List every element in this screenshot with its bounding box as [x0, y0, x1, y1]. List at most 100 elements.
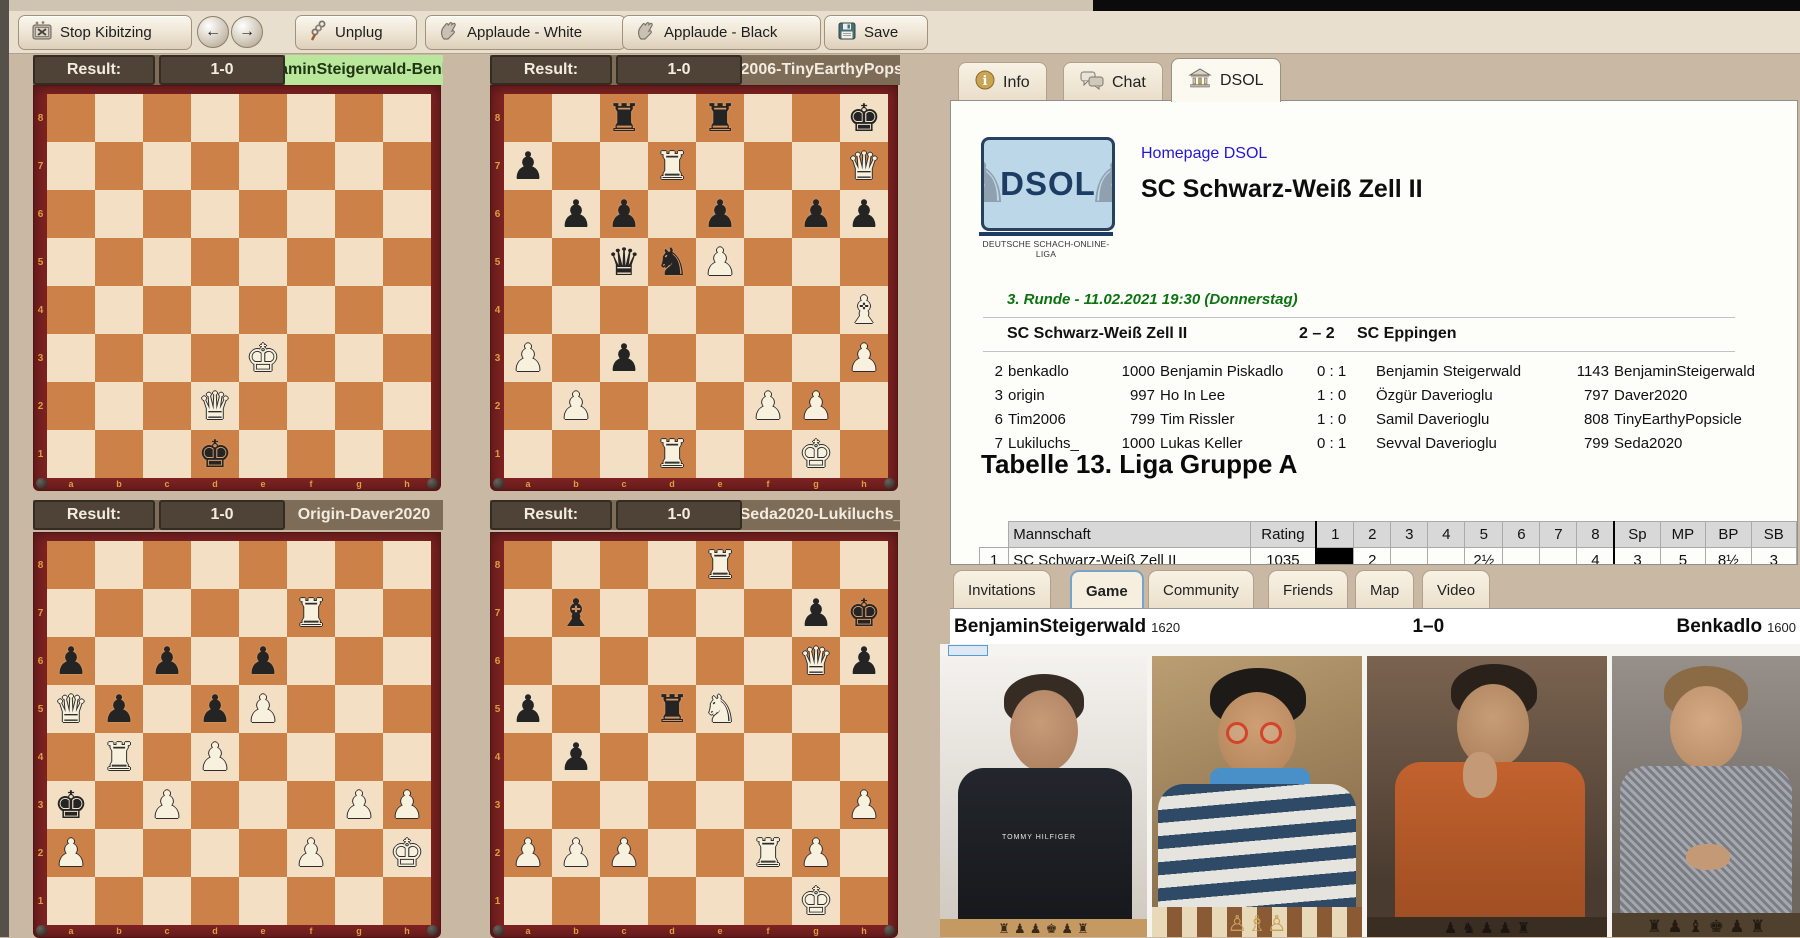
square-d5[interactable]: ♞	[648, 238, 696, 286]
square-c8[interactable]	[600, 541, 648, 589]
homepage-dsol-link[interactable]: Homepage DSOL	[1141, 145, 1267, 163]
square-f6[interactable]	[744, 190, 792, 238]
piece-wP[interactable]: ♟	[703, 238, 737, 286]
piece-wQ[interactable]: ♛	[847, 142, 881, 190]
square-g7[interactable]	[792, 142, 840, 190]
square-f8[interactable]	[287, 541, 335, 589]
square-d8[interactable]	[191, 94, 239, 142]
piece-wK[interactable]: ♚	[390, 829, 424, 877]
square-d5[interactable]: ♜	[648, 685, 696, 733]
piece-bP[interactable]: ♟	[102, 685, 136, 733]
square-h7[interactable]: ♚	[840, 589, 888, 637]
square-b1[interactable]	[95, 877, 143, 925]
square-b5[interactable]	[95, 238, 143, 286]
square-b7[interactable]: ♝	[552, 589, 600, 637]
piece-bN[interactable]: ♞	[655, 238, 689, 286]
square-h8[interactable]	[383, 94, 431, 142]
square-d1[interactable]: ♜	[648, 430, 696, 478]
square-b5[interactable]	[552, 685, 600, 733]
square-c1[interactable]	[600, 430, 648, 478]
square-b1[interactable]	[552, 877, 600, 925]
square-c5[interactable]: ♛	[600, 238, 648, 286]
square-c3[interactable]	[600, 781, 648, 829]
square-f1[interactable]	[744, 877, 792, 925]
square-b6[interactable]: ♟	[552, 190, 600, 238]
piece-bP[interactable]: ♟	[847, 637, 881, 685]
square-a4[interactable]	[47, 733, 95, 781]
square-g2[interactable]	[335, 382, 383, 430]
piece-wR[interactable]: ♜	[102, 733, 136, 781]
square-h1[interactable]	[383, 430, 431, 478]
square-a5[interactable]: ♛	[47, 685, 95, 733]
square-d7[interactable]	[191, 589, 239, 637]
piece-bP[interactable]: ♟	[607, 334, 641, 382]
square-f1[interactable]	[287, 430, 335, 478]
square-a8[interactable]	[504, 541, 552, 589]
square-d2[interactable]	[648, 829, 696, 877]
tab-friends[interactable]: Friends	[1268, 570, 1348, 610]
square-b4[interactable]	[95, 286, 143, 334]
piece-wB[interactable]: ♝	[847, 286, 881, 334]
square-f3[interactable]	[744, 334, 792, 382]
square-h6[interactable]: ♟	[840, 190, 888, 238]
square-a2[interactable]: ♟	[504, 829, 552, 877]
square-d6[interactable]	[191, 637, 239, 685]
piece-bP[interactable]: ♟	[799, 589, 833, 637]
square-e3[interactable]	[239, 781, 287, 829]
square-d3[interactable]	[648, 781, 696, 829]
square-e7[interactable]	[239, 589, 287, 637]
square-a3[interactable]: ♟	[504, 334, 552, 382]
square-b2[interactable]: ♟	[552, 829, 600, 877]
applaude-white-button[interactable]: Applaude - White	[425, 15, 626, 50]
square-a7[interactable]	[47, 589, 95, 637]
forward-button[interactable]: →	[231, 16, 263, 48]
square-d8[interactable]	[191, 541, 239, 589]
piece-bP[interactable]: ♟	[150, 637, 184, 685]
applaude-black-button[interactable]: Applaude - Black	[622, 15, 821, 50]
square-f5[interactable]	[287, 238, 335, 286]
piece-wP[interactable]: ♟	[198, 733, 232, 781]
square-f5[interactable]	[744, 685, 792, 733]
square-h3[interactable]: ♟	[840, 334, 888, 382]
piece-bB[interactable]: ♝	[559, 589, 593, 637]
square-g7[interactable]: ♟	[792, 589, 840, 637]
tab-chat[interactable]: Chat	[1063, 62, 1163, 102]
square-h2[interactable]	[840, 829, 888, 877]
square-b8[interactable]	[95, 94, 143, 142]
tab-community[interactable]: Community	[1148, 570, 1254, 610]
square-h1[interactable]	[383, 877, 431, 925]
square-c2[interactable]	[143, 382, 191, 430]
board4-grid[interactable]: ♜♝♟♚♛♟♟♜♞♟♟♟♟♟♜♟♚	[504, 541, 888, 925]
piece-wP[interactable]: ♟	[847, 334, 881, 382]
piece-bR[interactable]: ♜	[607, 94, 641, 142]
square-b7[interactable]	[95, 142, 143, 190]
square-b8[interactable]	[95, 541, 143, 589]
square-a4[interactable]	[504, 286, 552, 334]
square-f4[interactable]	[744, 733, 792, 781]
square-h2[interactable]: ♚	[383, 829, 431, 877]
square-g4[interactable]	[335, 733, 383, 781]
square-c1[interactable]	[143, 430, 191, 478]
square-g4[interactable]	[792, 286, 840, 334]
piece-bP[interactable]: ♟	[198, 685, 232, 733]
square-h5[interactable]	[383, 238, 431, 286]
square-e6[interactable]: ♟	[239, 637, 287, 685]
square-a6[interactable]	[47, 190, 95, 238]
square-d2[interactable]	[648, 382, 696, 430]
square-b8[interactable]	[552, 541, 600, 589]
square-f8[interactable]	[744, 94, 792, 142]
square-e8[interactable]: ♜	[696, 94, 744, 142]
square-d3[interactable]	[648, 334, 696, 382]
square-g3[interactable]	[792, 334, 840, 382]
square-e7[interactable]	[696, 142, 744, 190]
tab-info[interactable]: i Info	[958, 62, 1047, 102]
square-h4[interactable]	[383, 286, 431, 334]
piece-bP[interactable]: ♟	[54, 637, 88, 685]
square-c1[interactable]	[143, 877, 191, 925]
square-f5[interactable]	[744, 238, 792, 286]
piece-bK[interactable]: ♚	[198, 430, 232, 478]
piece-bP[interactable]: ♟	[559, 190, 593, 238]
square-a5[interactable]	[504, 238, 552, 286]
square-a1[interactable]	[47, 877, 95, 925]
square-d7[interactable]	[648, 589, 696, 637]
